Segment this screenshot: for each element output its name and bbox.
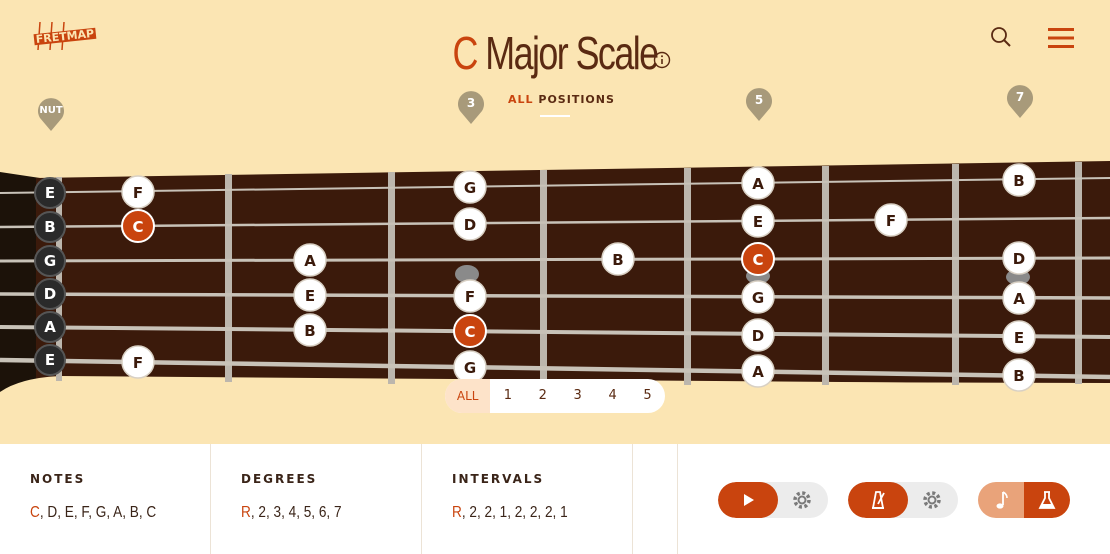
lab-mode-button[interactable] [1024, 482, 1070, 518]
note-dot[interactable]: G [453, 170, 487, 204]
metronome-icon [871, 491, 885, 509]
svg-text:G: G [752, 289, 764, 307]
note-dot[interactable]: D [1002, 241, 1036, 275]
intervals-rest: , 2, 2, 1, 2, 2, 2, 1 [461, 504, 568, 521]
note-dot[interactable]: A [741, 166, 775, 200]
open-string-label: B [44, 218, 55, 236]
position-2-button[interactable]: 2 [525, 379, 560, 413]
degrees-column: DEGREES R, 2, 3, 4, 5, 6, 7 [211, 444, 422, 554]
open-string-e-high[interactable]: E [34, 177, 66, 209]
open-string-label: G [44, 252, 56, 270]
note-dot[interactable]: E [293, 278, 327, 312]
open-string-d[interactable]: D [34, 278, 66, 310]
svg-text:D: D [752, 327, 764, 345]
svg-text:A: A [752, 175, 764, 193]
note-dot[interactable]: B [1002, 358, 1036, 392]
degrees-header: DEGREES [241, 472, 318, 486]
position-all-button[interactable]: ALL [445, 379, 491, 413]
note-dot-root[interactable]: C [453, 314, 487, 348]
open-string-label: E [45, 184, 55, 202]
fretboard: E B G D A E F C F A E B G D F C G B A E … [0, 161, 1110, 444]
notes-root: C [30, 504, 40, 521]
note-dot[interactable]: E [741, 204, 775, 238]
svg-text:G: G [464, 179, 476, 197]
intervals-root: R [452, 504, 462, 521]
info-panel: NOTES C, D, E, F, G, A, B, C DEGREES R, … [0, 444, 1110, 554]
svg-text:A: A [752, 363, 764, 381]
gear-icon [923, 491, 941, 509]
note-dot[interactable]: F [121, 345, 155, 379]
position-selector: ALL 1 2 3 4 5 [445, 379, 665, 413]
note-icon [996, 491, 1008, 509]
play-icon [744, 494, 754, 506]
metronome-button[interactable] [848, 482, 908, 518]
open-string-label: E [45, 351, 55, 369]
mode-toggle [978, 482, 1070, 518]
open-string-label: D [44, 285, 56, 303]
svg-text:A: A [304, 252, 316, 270]
note-dot[interactable]: E [1002, 320, 1036, 354]
svg-text:E: E [305, 287, 315, 305]
note-dot-root[interactable]: C [121, 209, 155, 243]
svg-text:F: F [886, 212, 896, 230]
flask-icon [1038, 491, 1056, 509]
position-5-button[interactable]: 5 [630, 379, 665, 413]
note-dot-root[interactable]: C [741, 242, 775, 276]
notes-column: NOTES C, D, E, F, G, A, B, C [0, 444, 211, 554]
metronome-control [848, 482, 958, 518]
note-dot[interactable]: B [293, 313, 327, 347]
svg-text:B: B [1013, 367, 1024, 385]
intervals-column: INTERVALS R, 2, 2, 1, 2, 2, 2, 1 [422, 444, 633, 554]
degrees-value: R, 2, 3, 4, 5, 6, 7 [241, 504, 342, 522]
intervals-header: INTERVALS [452, 472, 545, 486]
note-dot[interactable]: F [121, 175, 155, 209]
degrees-rest: , 2, 3, 4, 5, 6, 7 [250, 504, 342, 521]
note-dot[interactable]: B [601, 242, 635, 276]
svg-text:E: E [753, 213, 763, 231]
position-4-button[interactable]: 4 [595, 379, 630, 413]
play-button[interactable] [718, 482, 778, 518]
play-control [718, 482, 828, 518]
svg-text:F: F [133, 184, 143, 202]
open-string-b[interactable]: B [34, 211, 66, 243]
note-mode-button[interactable] [978, 482, 1024, 518]
note-dot[interactable]: B [1002, 163, 1036, 197]
svg-text:C: C [464, 323, 475, 341]
play-settings-button[interactable] [780, 482, 828, 518]
svg-text:C: C [132, 218, 143, 236]
metronome-settings-button[interactable] [910, 482, 958, 518]
open-string-g[interactable]: G [34, 245, 66, 277]
open-string-label: A [44, 318, 56, 336]
svg-text:G: G [464, 359, 476, 377]
svg-text:A: A [1013, 290, 1025, 308]
notes-header: NOTES [30, 472, 86, 486]
note-dot[interactable]: D [741, 318, 775, 352]
gear-icon [793, 491, 811, 509]
open-string-a[interactable]: A [34, 311, 66, 343]
svg-text:B: B [1013, 172, 1024, 190]
note-dot[interactable]: F [874, 203, 908, 237]
note-dot[interactable]: G [741, 280, 775, 314]
svg-text:E: E [1014, 329, 1024, 347]
note-dot[interactable]: A [1002, 281, 1036, 315]
position-1-button[interactable]: 1 [490, 379, 525, 413]
svg-text:F: F [465, 288, 475, 306]
note-dot[interactable]: F [453, 279, 487, 313]
svg-text:D: D [1013, 250, 1025, 268]
intervals-value: R, 2, 2, 1, 2, 2, 2, 1 [452, 504, 568, 522]
degrees-root: R [241, 504, 251, 521]
svg-text:B: B [612, 251, 623, 269]
panel-divider [633, 444, 678, 554]
open-string-e-low[interactable]: E [34, 344, 66, 376]
notes-rest: , D, E, F, G, A, B, C [39, 504, 157, 521]
note-dot[interactable]: A [293, 243, 327, 277]
notes-value: C, D, E, F, G, A, B, C [30, 504, 156, 522]
position-3-button[interactable]: 3 [560, 379, 595, 413]
svg-text:C: C [752, 251, 763, 269]
svg-text:B: B [304, 322, 315, 340]
svg-text:D: D [464, 216, 476, 234]
svg-text:F: F [133, 354, 143, 372]
note-dot[interactable]: D [453, 207, 487, 241]
note-dot[interactable]: A [741, 354, 775, 388]
